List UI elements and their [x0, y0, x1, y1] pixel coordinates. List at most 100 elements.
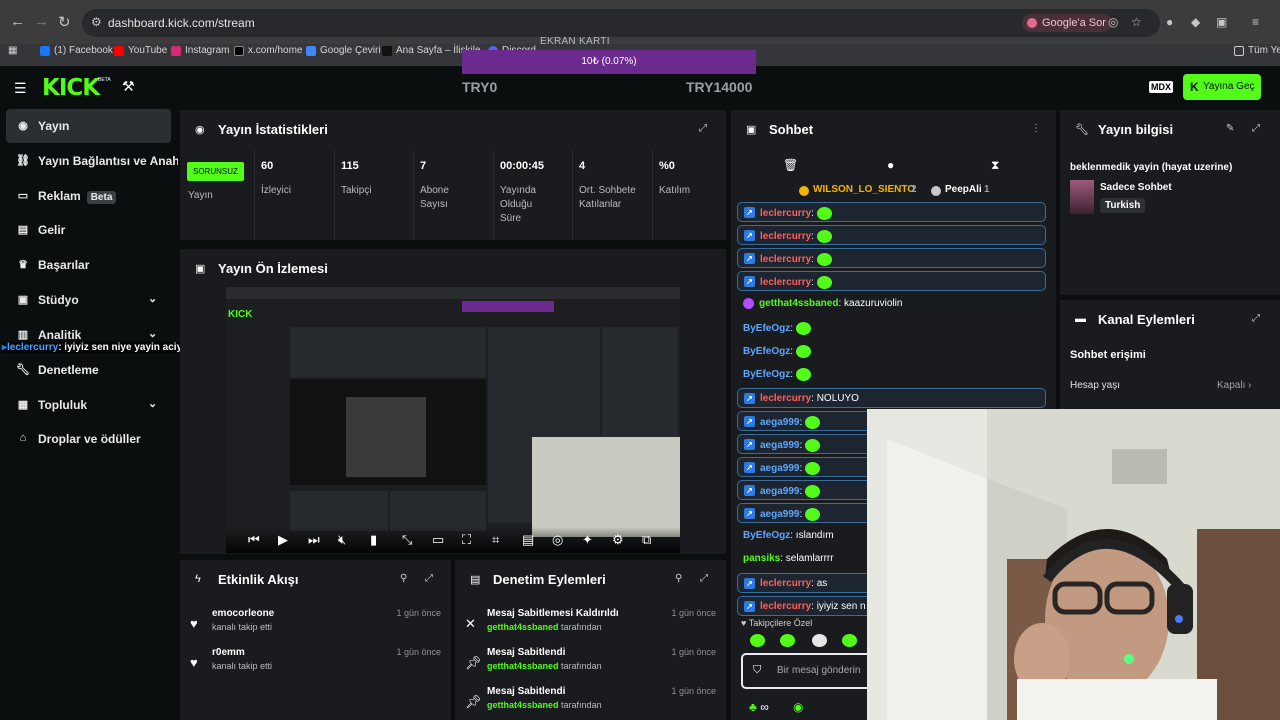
kick-coin-icon[interactable]: ◉ — [793, 700, 803, 714]
chat-username[interactable]: leclercurry — [760, 277, 811, 288]
chat-message[interactable]: ↗ leclercurry: — [737, 248, 1046, 268]
chat-username[interactable]: leclercurry — [760, 208, 811, 219]
camera-icon[interactable]: ▮ — [370, 532, 377, 548]
theater-icon[interactable]: ⧉ — [642, 532, 651, 548]
extension-blue-icon[interactable]: ● — [1166, 15, 1173, 29]
extension-icon[interactable]: ◆ — [1191, 15, 1200, 29]
chat-username[interactable]: ByEfeOgz — [743, 346, 790, 357]
chat-username[interactable]: aega999 — [760, 463, 799, 474]
screen-icon[interactable]: ▭ — [432, 532, 444, 548]
sidebar-item-studyo[interactable]: ▣ Stüdyo ⌄ — [6, 283, 171, 317]
expand-icon[interactable]: ⤢ — [699, 123, 707, 134]
emote-icon[interactable] — [780, 634, 795, 647]
edit-icon[interactable]: ✎ — [1226, 123, 1234, 134]
sidebar-item-denetleme[interactable]: 🔧︎ Denetleme — [6, 353, 171, 387]
chat-username[interactable]: leclercurry — [760, 578, 811, 589]
emote-icon[interactable] — [750, 634, 765, 647]
account-age-setting[interactable]: Kapalı › — [1217, 380, 1251, 391]
address-bar[interactable]: ⚙ dashboard.kick.com/stream — [82, 9, 1160, 37]
bookmark-translate[interactable]: Google Çeviri — [306, 45, 381, 56]
chat-message[interactable]: ↗ leclercurry: — [737, 225, 1046, 245]
apps-icon[interactable]: ▦ — [8, 45, 17, 56]
fullscreen-icon[interactable]: ⛶ — [462, 532, 471, 548]
mute-icon[interactable]: 🔇︎ — [338, 532, 346, 548]
sidebar-item-reklam[interactable]: ▭ Reklam Beta — [6, 179, 171, 213]
forward-icon[interactable]: ⏭ — [308, 532, 320, 548]
reload-icon[interactable]: ↻ — [58, 13, 71, 31]
chat-message[interactable]: ByEfeOgz: — [737, 364, 1046, 384]
sidebar-item-topluluk[interactable]: ▦ Topluluk ⌄ — [6, 388, 171, 422]
all-bookmarks[interactable]: Tüm Yer — [1234, 45, 1280, 56]
go-live-button[interactable]: K Yayına Geç — [1183, 74, 1261, 100]
chat-username[interactable]: aega999 — [760, 440, 799, 451]
chat-message[interactable]: ByEfeOgz: — [737, 341, 1046, 361]
chat-username[interactable]: leclercurry — [760, 601, 811, 612]
moderation-user[interactable]: getthat4ssbaned — [487, 622, 559, 632]
pinned-user[interactable]: PeepAli — [945, 184, 982, 195]
chat-username[interactable]: getthat4ssbaned — [759, 298, 838, 309]
chat-username[interactable]: ByEfeOgz — [743, 369, 790, 380]
stream-category[interactable]: Sadece Sohbet — [1100, 182, 1172, 193]
expand-icon[interactable]: ⤢ — [1252, 123, 1260, 134]
crop-icon[interactable]: ⌗ — [492, 532, 499, 548]
chat-username[interactable]: ByEfeOgz — [743, 323, 790, 334]
settings-icon[interactable]: ⚙ — [612, 532, 624, 548]
chat-username[interactable]: ByEfeOgz — [743, 530, 790, 541]
forward-icon[interactable]: → — [34, 13, 49, 30]
stream-preview-video[interactable]: KICK ⏮ ▶ ⏭ 🔇︎ ▮ ⤡ ▭ ⛶ ⌗ ▤ ◎ ✦ ⚙ ⧉ — [226, 287, 680, 553]
resize-icon[interactable]: ⤡ — [402, 532, 412, 548]
hamburger-menu-icon[interactable]: ☰ — [14, 80, 27, 97]
expand-icon[interactable]: ⤢ — [1252, 313, 1260, 324]
hammer-icon[interactable]: ⚒ — [122, 78, 135, 95]
record-icon[interactable]: ◎ — [552, 532, 563, 548]
moderation-user[interactable]: getthat4ssbaned — [487, 661, 559, 671]
chat-message[interactable]: ↗ leclercurry: — [737, 202, 1046, 222]
chat-username[interactable]: pansiks — [743, 553, 780, 564]
expand-icon[interactable]: ⤢ — [425, 573, 433, 584]
filter-icon[interactable]: ⚲ — [400, 573, 407, 584]
eye-off-icon[interactable]: ◎ — [1108, 15, 1118, 29]
play-icon[interactable]: ▶ — [278, 532, 288, 548]
bookmark-instagram[interactable]: Instagram — [171, 45, 229, 56]
filter-icon[interactable]: ⚲ — [675, 573, 682, 584]
bookmark-facebook[interactable]: (1) Facebook — [40, 45, 113, 56]
site-info-icon[interactable]: ⚙ — [91, 15, 102, 29]
pinned-user[interactable]: WILSON_LO_SIENTO — [813, 184, 915, 195]
sidebar-item-yayin[interactable]: ◉ Yayın — [6, 109, 171, 143]
effects-icon[interactable]: ✦ — [582, 532, 593, 548]
chat-message[interactable]: ↗ leclercurry: NOLUYO — [737, 388, 1046, 408]
sidebar-item-stream-key[interactable]: ⛓ Yayın Bağlantısı ve Anahtarı — [6, 144, 178, 178]
event-user[interactable]: emocorleone — [212, 608, 274, 619]
kick-logo[interactable]: KICK — [42, 75, 100, 101]
mdx-badge[interactable]: MDX — [1149, 81, 1173, 93]
chat-username[interactable]: aega999 — [760, 509, 799, 520]
back-icon[interactable]: ← — [10, 13, 25, 30]
bookmark-youtube[interactable]: YouTube — [114, 45, 167, 56]
chat-message[interactable]: ↗ leclercurry: — [737, 271, 1046, 291]
puzzle-icon[interactable]: ▣ — [1216, 15, 1227, 29]
ask-google-button[interactable]: Google'a Sor — [1022, 14, 1112, 32]
event-user[interactable]: r0emm — [212, 647, 245, 658]
chat-message[interactable]: getthat4ssbaned: kaazuruviolin — [737, 294, 1046, 314]
sidebar-item-basarilar[interactable]: ♛ Başarılar — [6, 248, 171, 282]
star-icon[interactable]: ☆ — [1131, 15, 1142, 29]
chat-username[interactable]: aega999 — [760, 417, 799, 428]
moderation-user[interactable]: getthat4ssbaned — [487, 700, 559, 710]
bookmark-x[interactable]: x.com/home — [234, 45, 302, 56]
chat-username[interactable]: leclercurry — [760, 231, 811, 242]
hourglass-icon[interactable]: ⧗ — [991, 158, 999, 173]
tab-list-icon[interactable]: ≡ — [1252, 15, 1259, 29]
trash-icon[interactable]: 🗑︎ — [783, 158, 798, 172]
sidebar-item-droplar[interactable]: ⌂ Droplar ve ödüller — [6, 422, 171, 456]
more-options-icon[interactable]: ⋮ — [1031, 123, 1041, 134]
chat-username[interactable]: leclercurry — [760, 393, 811, 404]
expand-icon[interactable]: ⤢ — [700, 573, 708, 584]
clip-icon[interactable]: ▤ — [522, 532, 534, 548]
chat-message[interactable]: ByEfeOgz: — [737, 318, 1046, 338]
message-icon[interactable]: ● — [887, 158, 894, 172]
rewind-icon[interactable]: ⏮ — [248, 532, 260, 548]
sidebar-item-gelir[interactable]: ▤ Gelir — [6, 213, 171, 247]
users-icon[interactable]: ♣ — [749, 700, 757, 714]
chat-username[interactable]: leclercurry — [760, 254, 811, 265]
emote-icon[interactable] — [812, 634, 827, 647]
